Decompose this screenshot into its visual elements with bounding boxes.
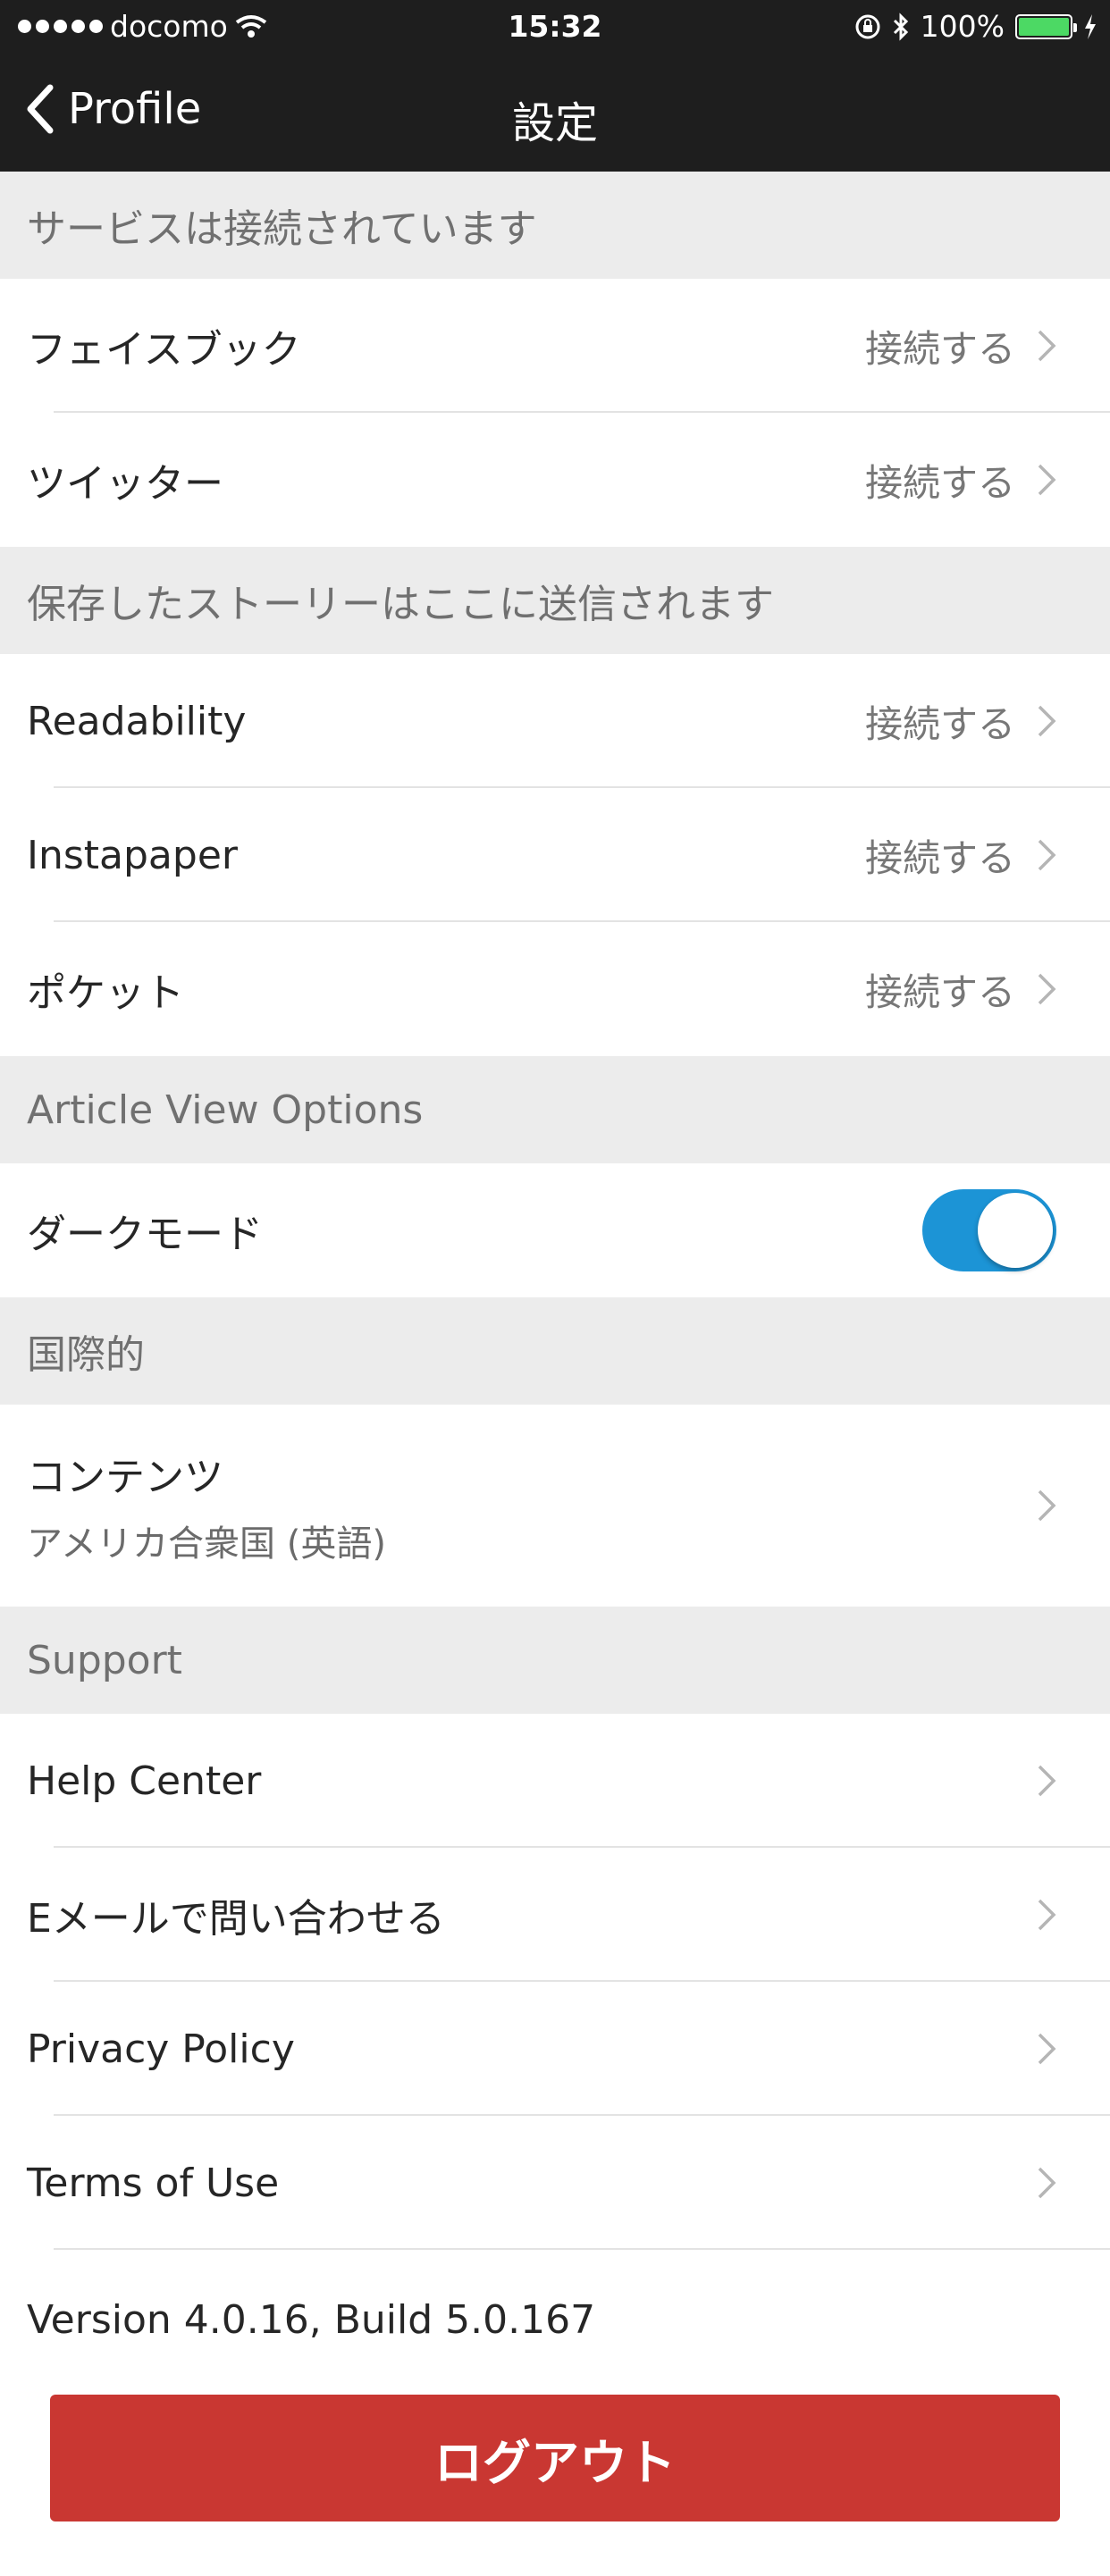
item-value: 接続する xyxy=(864,835,1015,880)
chevron-right-icon xyxy=(1038,464,1056,496)
section-header-article: Article View Options xyxy=(0,1056,1110,1163)
battery-percent: 100% xyxy=(920,9,1005,44)
section-header-connected: サービスは接続されています xyxy=(0,172,1110,279)
item-label: ポケット xyxy=(27,970,184,1016)
dark-mode-toggle[interactable] xyxy=(922,1189,1056,1271)
item-label: フェイスブック xyxy=(27,327,301,373)
orientation-lock-icon xyxy=(855,14,880,38)
list-item-content[interactable]: コンテンツ アメリカ合衆国 (英語) xyxy=(0,1405,1110,1607)
section-header-support: Support xyxy=(0,1607,1110,1714)
status-bar: docomo 15:32 100% xyxy=(0,0,1110,57)
list-item-terms-of-use[interactable]: Terms of Use xyxy=(0,2116,1110,2250)
content-labels: コンテンツ アメリカ合衆国 (英語) xyxy=(27,1445,1037,1566)
chevron-right-icon xyxy=(1038,2167,1056,2199)
list-item-twitter[interactable]: ツイッター 接続する xyxy=(0,413,1110,547)
page-title: 設定 xyxy=(511,98,598,148)
item-value: 接続する xyxy=(864,701,1015,746)
item-value: 接続する xyxy=(864,969,1015,1014)
dark-mode-row: ダークモード xyxy=(0,1163,1110,1297)
item-label: Instapaper xyxy=(27,832,238,878)
section-header-saved: 保存したストーリーはここに送信されます xyxy=(0,547,1110,654)
section-header-intl: 国際的 xyxy=(0,1297,1110,1405)
list-item-readability[interactable]: Readability 接続する xyxy=(0,654,1110,788)
item-label: Privacy Policy xyxy=(27,2026,295,2072)
list-item-email-contact[interactable]: Eメールで問い合わせる xyxy=(0,1848,1110,1982)
list-item-help-center[interactable]: Help Center xyxy=(0,1714,1110,1848)
list-item-facebook[interactable]: フェイスブック 接続する xyxy=(0,279,1110,413)
battery-icon xyxy=(1015,13,1077,39)
dark-mode-label: ダークモード xyxy=(27,1212,263,1257)
charging-icon xyxy=(1085,13,1096,39)
status-right: 100% xyxy=(854,9,1097,44)
list-item-instapaper[interactable]: Instapaper 接続する xyxy=(0,788,1110,922)
content-value: アメリカ合衆国 (英語) xyxy=(27,1523,386,1565)
chevron-right-icon xyxy=(1038,839,1056,871)
chevron-right-icon xyxy=(1038,973,1056,1005)
logout-button[interactable]: ログアウト xyxy=(50,2395,1060,2521)
bluetooth-icon xyxy=(893,12,908,41)
version-text: Version 4.0.16, Build 5.0.167 xyxy=(27,2296,596,2343)
list-item-privacy-policy[interactable]: Privacy Policy xyxy=(0,1982,1110,2116)
logout-container: ログアウト xyxy=(0,2395,1110,2521)
item-label: Readability xyxy=(27,698,247,744)
item-label: Help Center xyxy=(27,1758,262,1804)
chevron-right-icon xyxy=(1038,1899,1056,1931)
item-value: 接続する xyxy=(864,326,1015,371)
top-bar: docomo 15:32 100% Profile 設定 xyxy=(0,0,1110,172)
item-value: 接続する xyxy=(864,460,1015,505)
chevron-right-icon xyxy=(1038,705,1056,737)
chevron-right-icon xyxy=(1038,1765,1056,1797)
chevron-right-icon xyxy=(1038,1489,1056,1522)
item-label: Eメールで問い合わせる xyxy=(27,1896,445,1942)
chevron-right-icon xyxy=(1038,2033,1056,2065)
item-label: Terms of Use xyxy=(27,2160,280,2206)
item-label: ツイッター xyxy=(27,461,223,507)
content-label: コンテンツ xyxy=(27,1455,223,1500)
list-item-pocket[interactable]: ポケット 接続する xyxy=(0,922,1110,1056)
nav-bar: Profile 設定 xyxy=(0,57,1110,172)
chevron-right-icon xyxy=(1038,330,1056,362)
toggle-knob xyxy=(978,1193,1053,1268)
